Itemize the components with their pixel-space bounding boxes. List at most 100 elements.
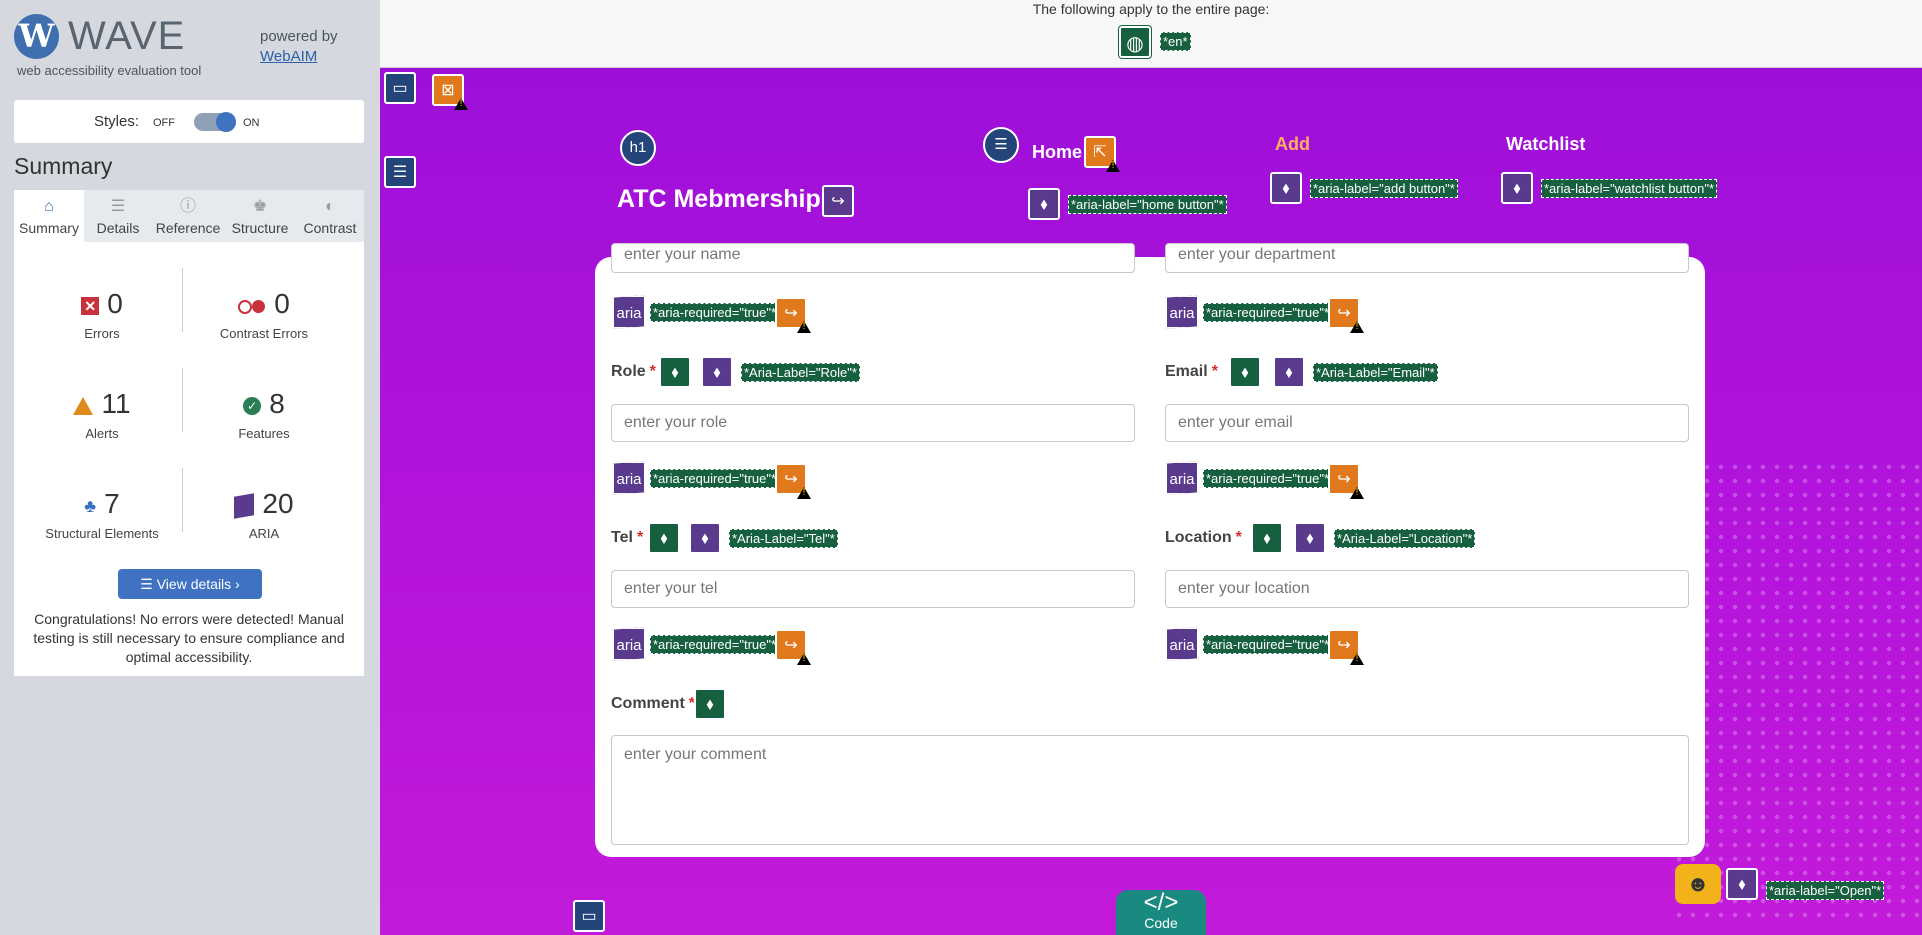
navigation-region-icon[interactable]: ☰: [384, 156, 416, 188]
aria-label: ARIA: [248, 526, 280, 541]
divider: [182, 368, 183, 432]
decorative-dots: [1672, 460, 1922, 920]
aria-redirect-icon[interactable]: ↪: [822, 185, 854, 217]
aria-required-label: *aria-required="true"*: [1203, 303, 1333, 322]
location-aria-label: *Aria-Label="Location"*: [1334, 529, 1476, 548]
aria-cube-icon: [234, 492, 255, 519]
role-label-text: Role: [611, 363, 646, 380]
nav-home[interactable]: Home: [1032, 142, 1082, 163]
chat-widget-icon[interactable]: ☻: [1675, 864, 1721, 904]
aria-badge-icon[interactable]: aria: [1165, 627, 1199, 661]
aria-alert-icon[interactable]: ↪: [1328, 463, 1360, 495]
structure-count: 7: [104, 488, 120, 519]
tab-summary[interactable]: ⌂ Summary: [14, 190, 84, 242]
footer-region-icon[interactable]: ▭: [573, 900, 605, 932]
nav-add[interactable]: Add: [1275, 134, 1310, 155]
email-label-text: Email: [1165, 363, 1208, 380]
stat-structure[interactable]: ♣ 7 Structural Elements: [22, 488, 182, 541]
contrast-error-icon: [238, 299, 266, 314]
powered-by-label: powered by: [260, 28, 338, 45]
stat-aria[interactable]: 20 ARIA: [184, 488, 344, 541]
aria-label-tag-icon[interactable]: ⬧: [701, 356, 733, 388]
role-input[interactable]: enter your role: [611, 404, 1135, 442]
aria-label-tag-icon[interactable]: ⬧: [1294, 522, 1326, 554]
stat-alerts[interactable]: 11 Alerts: [22, 388, 182, 441]
page-viewport: The following apply to the entire page: …: [380, 0, 1922, 935]
aria-alert-icon[interactable]: ↪: [1328, 297, 1360, 329]
aria-alert-icon[interactable]: ↪: [775, 463, 807, 495]
stat-errors[interactable]: ✕ 0 Errors: [22, 288, 182, 341]
stat-features[interactable]: ✓ 8 Features: [184, 388, 344, 441]
aria-label-tag-icon[interactable]: ⬧: [1273, 356, 1305, 388]
aria-required-label: *aria-required="true"*: [650, 303, 780, 322]
aria-label-tag-icon[interactable]: ⬧: [689, 522, 721, 554]
tel-aria-label: *Aria-Label="Tel"*: [729, 529, 838, 548]
aria-badge-icon[interactable]: aria: [612, 461, 646, 495]
label-tag-icon[interactable]: ⬧: [1251, 522, 1283, 554]
divider: [182, 468, 183, 532]
list-structure-icon[interactable]: ☰: [983, 127, 1019, 163]
nav-watchlist[interactable]: Watchlist: [1506, 134, 1585, 155]
styles-label: Styles:: [94, 113, 140, 130]
wave-tagline: web accessibility evaluation tool: [17, 63, 202, 78]
aria-label-tag-icon[interactable]: ⬧: [1270, 172, 1302, 204]
department-input[interactable]: enter your department: [1165, 243, 1689, 273]
list-icon: ☰: [110, 198, 126, 215]
comment-textarea[interactable]: enter your comment: [611, 735, 1689, 845]
label-tag-icon[interactable]: ⬧: [659, 356, 691, 388]
alert-icon: [73, 396, 94, 415]
wave-logo-icon[interactable]: W: [14, 14, 59, 59]
tel-label: Tel *: [611, 529, 643, 547]
tab-contrast[interactable]: ◐ Contrast: [296, 190, 364, 242]
aria-required-label: *aria-required="true"*: [1203, 469, 1333, 488]
location-input[interactable]: enter your location: [1165, 570, 1689, 608]
aria-alert-icon[interactable]: ↪: [1328, 629, 1360, 661]
email-input[interactable]: enter your email: [1165, 404, 1689, 442]
tab-details[interactable]: ☰ Details: [84, 190, 152, 242]
label-tag-icon[interactable]: ⬧: [1229, 356, 1261, 388]
aria-alert-icon[interactable]: ↪: [775, 629, 807, 661]
aria-label-tag-icon[interactable]: ⬧: [1501, 172, 1533, 204]
redundant-link-alert-icon[interactable]: ⇱: [1084, 136, 1116, 168]
styles-toggle-box: Styles: OFF ON: [14, 100, 364, 143]
aria-alert-icon[interactable]: ↪: [775, 297, 807, 329]
name-input[interactable]: enter your name: [611, 243, 1135, 273]
aria-badge-icon[interactable]: aria: [612, 627, 646, 661]
structure-tree-icon: ♣: [84, 495, 97, 516]
aria-badge-icon[interactable]: aria: [612, 295, 646, 329]
h1-badge-icon[interactable]: h1: [620, 130, 656, 166]
styles-toggle[interactable]: [194, 112, 236, 132]
alerts-count: 11: [101, 388, 131, 419]
code-icon: </>: [1143, 889, 1179, 916]
chat-aria-label: *aria-label="Open"*: [1766, 881, 1885, 900]
comment-label: Comment *: [611, 695, 695, 713]
add-aria-label: *aria-label="add button"*: [1310, 179, 1458, 198]
errors-label: Errors: [84, 326, 120, 341]
wave-brand: W WAVE web accessibility evaluation tool…: [14, 14, 364, 84]
code-button[interactable]: </> Code: [1116, 890, 1206, 935]
features-count: 8: [269, 388, 285, 419]
tel-input[interactable]: enter your tel: [611, 570, 1135, 608]
stat-contrast-errors[interactable]: 0 Contrast Errors: [184, 288, 344, 341]
label-tag-icon[interactable]: ⬧: [648, 522, 680, 554]
location-label-text: Location: [1165, 529, 1232, 546]
required-mark: *: [649, 363, 656, 380]
webaim-link[interactable]: WebAIM: [260, 48, 317, 65]
contrast-errors-label: Contrast Errors: [219, 326, 309, 341]
header-region-icon[interactable]: ▭: [384, 72, 416, 104]
tab-structure[interactable]: ♚ Structure: [224, 190, 296, 242]
aria-badge-icon[interactable]: aria: [1165, 461, 1199, 495]
wave-wordmark: WAVE: [68, 14, 186, 58]
tab-reference[interactable]: ⓘ Reference: [152, 190, 224, 242]
view-details-button[interactable]: ☰ View details ›: [118, 569, 262, 599]
tab-label: Summary: [19, 220, 79, 236]
aria-label-tag-icon[interactable]: ⬧: [1726, 868, 1758, 900]
contrast-icon: ◐: [325, 198, 335, 215]
feature-check-icon: ✓: [243, 396, 262, 415]
missing-image-alert-icon[interactable]: ⊠: [432, 74, 464, 106]
language-globe-icon[interactable]: ◍: [1119, 26, 1151, 58]
aria-label-tag-icon[interactable]: ⬧: [1028, 188, 1060, 220]
aria-count: 20: [262, 488, 294, 519]
label-tag-icon[interactable]: ⬧: [694, 688, 726, 720]
aria-badge-icon[interactable]: aria: [1165, 295, 1199, 329]
